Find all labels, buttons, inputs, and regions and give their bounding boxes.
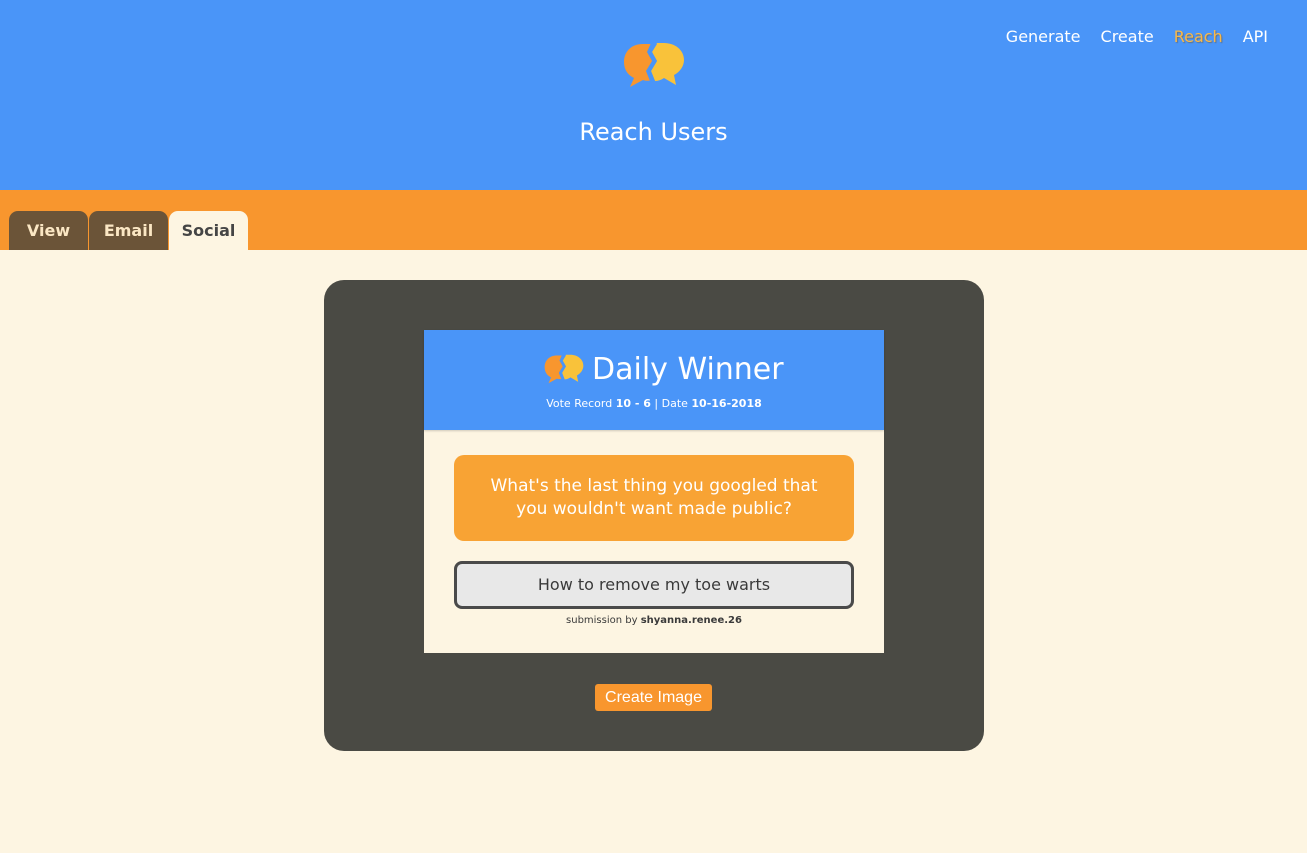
submission-user: shyanna.renee.26	[640, 615, 742, 626]
speech-bubbles-logo-icon[interactable]	[623, 40, 685, 90]
submission-prefix: submission by	[566, 615, 638, 626]
create-image-button[interactable]: Create Image	[595, 684, 712, 711]
tab-view[interactable]: View	[9, 211, 88, 250]
tab-social[interactable]: Social	[169, 211, 248, 250]
nav-link-create[interactable]: Create	[1101, 26, 1154, 48]
question-box: What's the last thing you googled that y…	[454, 455, 854, 541]
card-title: Daily Winner	[592, 352, 784, 387]
submission-credit: submission by shyanna.renee.26	[424, 614, 884, 628]
card-header: Daily Winner Vote Record 10 - 6 | Date 1…	[424, 330, 884, 430]
card-meta: Vote Record 10 - 6 | Date 10-16-2018	[424, 396, 884, 412]
daily-winner-card: Daily Winner Vote Record 10 - 6 | Date 1…	[424, 330, 884, 653]
answer-box: How to remove my toe warts	[454, 561, 854, 609]
vote-record-value: 10 - 6	[615, 397, 651, 410]
date-label: Date	[661, 397, 688, 410]
vote-record-label: Vote Record	[546, 397, 613, 410]
nav-link-generate[interactable]: Generate	[1006, 26, 1081, 48]
page-title: Reach Users	[579, 118, 728, 146]
meta-separator: |	[654, 397, 659, 410]
tab-email[interactable]: Email	[89, 211, 168, 250]
nav-link-api[interactable]: API	[1243, 26, 1268, 48]
tab-bar: View Email Social	[0, 190, 1307, 250]
header: Reach Users Generate Create Reach API	[0, 0, 1307, 190]
date-value: 10-16-2018	[691, 397, 762, 410]
speech-bubbles-logo-icon	[544, 352, 584, 386]
nav-link-reach[interactable]: Reach	[1174, 26, 1223, 48]
top-nav: Generate Create Reach API	[1006, 26, 1268, 48]
social-image-panel: Daily Winner Vote Record 10 - 6 | Date 1…	[324, 280, 984, 751]
